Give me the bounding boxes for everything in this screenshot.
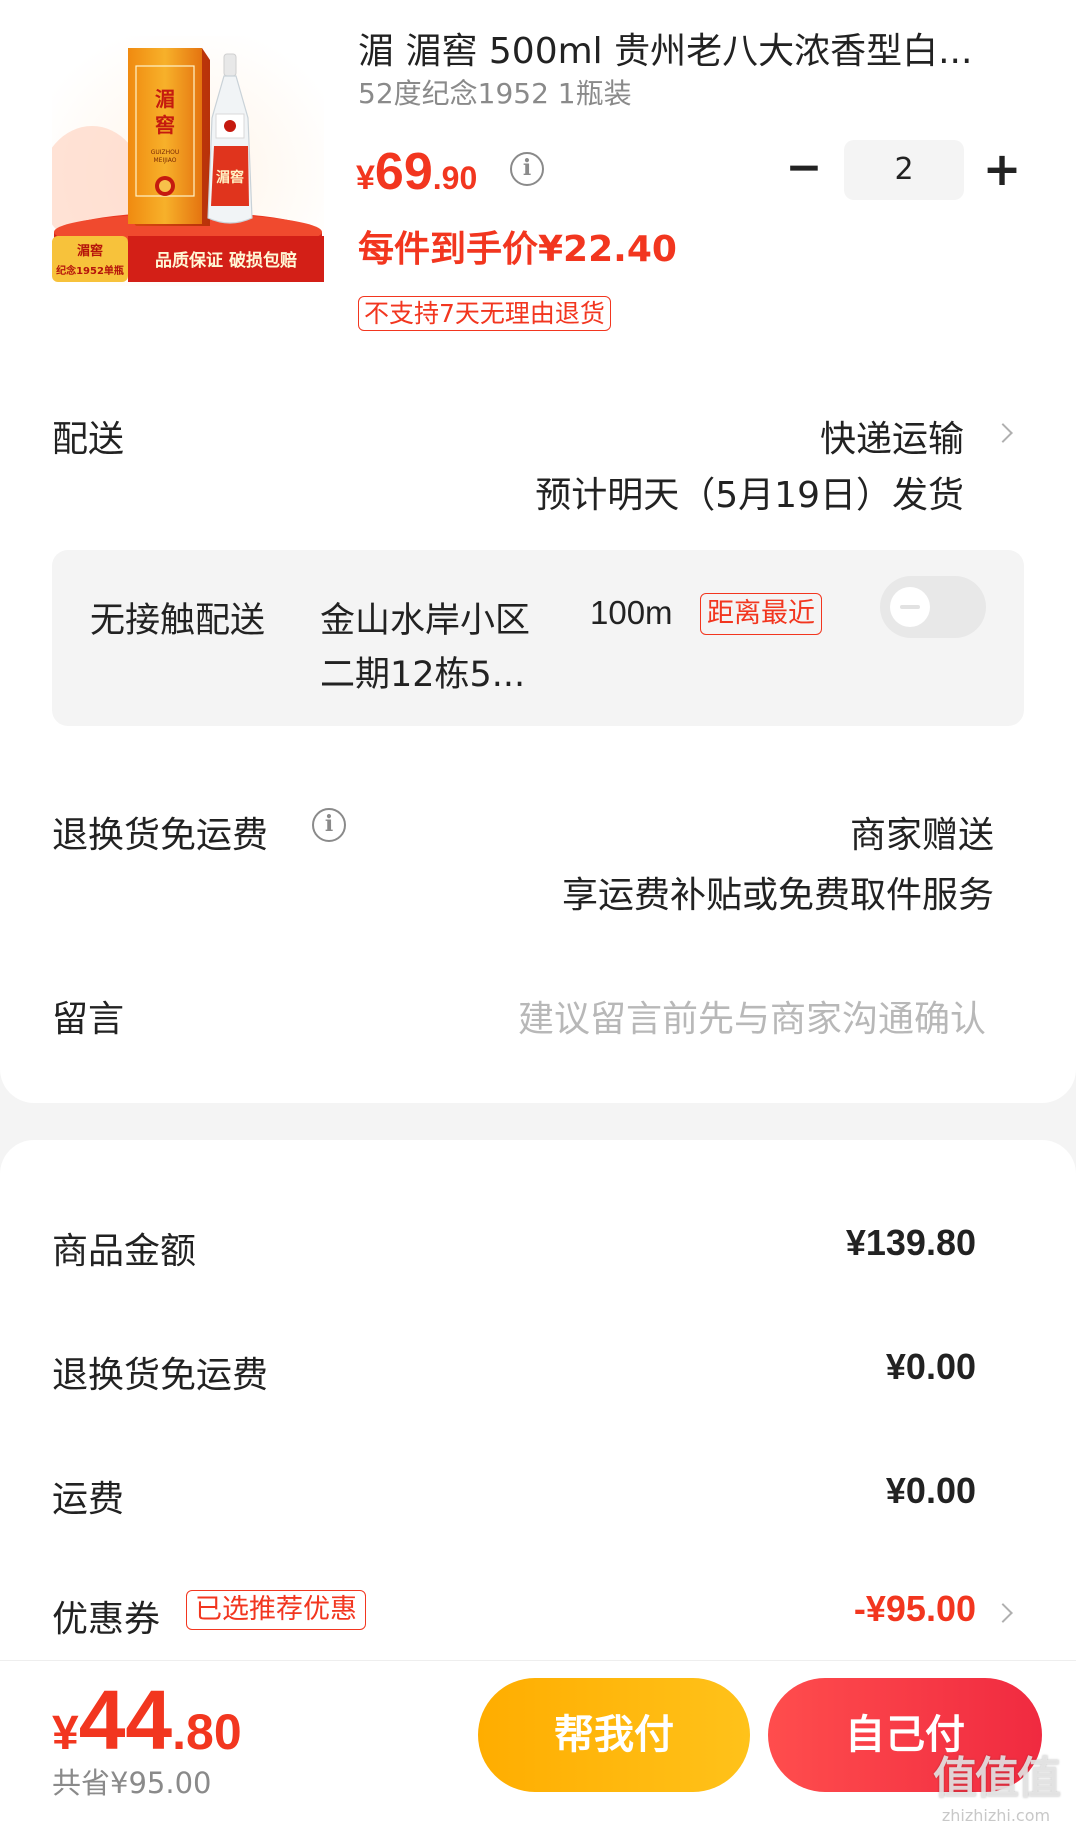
contactless-address-line1: 金山水岸小区 <box>320 601 531 641</box>
product-image[interactable]: 湄 窖 GUIZHOU MEIJIAO 湄窖 湄窖 纪念1952单瓶 品质保证 … <box>40 36 324 286</box>
delivery-label: 配送 <box>52 419 125 460</box>
total-currency: ¥ <box>52 1707 79 1760</box>
delivery-estimate: 预计明天（5月19日）发货 <box>535 475 964 516</box>
quantity-input[interactable]: 2 <box>844 140 964 200</box>
banner-guarantee: 品质保证 破损包赔 <box>155 250 297 271</box>
product-price: ¥69.90 <box>356 142 477 202</box>
summary-value: ¥139.80 <box>845 1222 976 1263</box>
banner-brand: 湄窖 <box>77 243 103 259</box>
saved-amount: 共省¥95.00 <box>52 1766 212 1800</box>
delivery-method[interactable]: 快递运输 <box>820 410 964 462</box>
watermark-url: zhizhizhi.com <box>941 1806 1051 1825</box>
price-info-icon[interactable]: i <box>510 152 544 186</box>
product-title[interactable]: 湄 湄窖 500ml 贵州老八大浓香型白... <box>358 22 1018 74</box>
return-shipping-value: 商家赠送 <box>849 815 994 856</box>
return-shipping-label: 退换货免运费 <box>52 815 269 856</box>
quantity-decrease-button[interactable]: − <box>784 146 824 190</box>
summary-label: 退换货免运费 <box>52 1355 269 1396</box>
contactless-address-line2: 二期12栋5... <box>320 655 526 695</box>
return-shipping-info-icon[interactable]: i <box>312 808 346 842</box>
svg-text:MEIJIAO: MEIJIAO <box>154 157 177 164</box>
quantity-increase-button[interactable]: + <box>980 146 1024 192</box>
total-decimal: .80 <box>172 1704 242 1760</box>
price-decimal: .90 <box>432 160 478 196</box>
return-shipping-subtitle: 享运费补贴或免费取件服务 <box>561 875 994 916</box>
price-integer: 69 <box>374 143 433 201</box>
banner-edition: 纪念1952单瓶 <box>56 264 124 277</box>
nearest-tag: 距离最近 <box>700 593 822 635</box>
coupon-label: 优惠券 <box>52 1599 161 1640</box>
contactless-label: 无接触配送 <box>90 601 266 641</box>
message-input[interactable]: 建议留言前先与商家沟通确认 <box>518 990 986 1042</box>
svg-text:湄窖: 湄窖 <box>216 169 244 186</box>
unit-price: 每件到手价¥22.40 <box>358 229 677 270</box>
svg-text:GUIZHOU: GUIZHOU <box>151 149 180 156</box>
svg-text:窖: 窖 <box>155 113 175 137</box>
message-label: 留言 <box>52 999 125 1040</box>
total-price: ¥44.80 <box>52 1672 242 1769</box>
watermark-text: 值值值 <box>933 1753 1061 1804</box>
summary-label: 运费 <box>52 1479 125 1520</box>
svg-text:湄: 湄 <box>155 87 175 111</box>
contactless-toggle[interactable] <box>880 576 986 638</box>
no-return-tag: 不支持7天无理由退货 <box>358 296 611 331</box>
price-currency: ¥ <box>356 159 375 197</box>
total-integer: 44 <box>78 1673 173 1767</box>
summary-value: ¥0.00 <box>885 1470 976 1511</box>
coupon-value[interactable]: -¥95.00 <box>854 1588 976 1630</box>
watermark-logo: 值值值 zhizhizhi.com <box>924 1742 1068 1825</box>
contactless-distance: 100m <box>590 594 673 631</box>
summary-label: 商品金额 <box>52 1231 197 1272</box>
help-pay-button[interactable]: 帮我付 <box>478 1678 750 1792</box>
toggle-knob <box>890 587 930 627</box>
product-spec[interactable]: 52度纪念1952 1瓶装 <box>358 72 632 112</box>
summary-value: ¥0.00 <box>885 1346 976 1387</box>
coupon-tag: 已选推荐优惠 <box>186 1590 366 1630</box>
